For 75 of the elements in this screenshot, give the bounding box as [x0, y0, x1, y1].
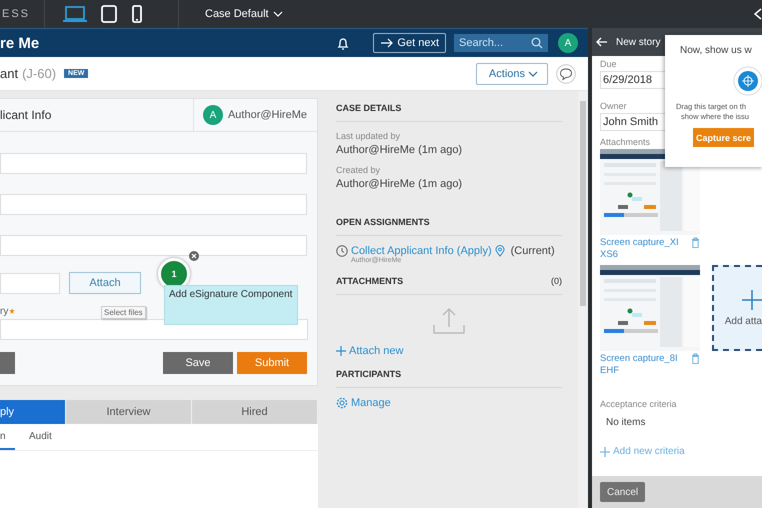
plus-icon [336, 346, 346, 356]
save-button[interactable]: Save [163, 352, 233, 374]
case-id: (J-60) [22, 66, 56, 81]
assignee-avatar: A [202, 105, 223, 125]
section-heading: CASE DETAILS [336, 103, 402, 113]
location-pin-icon [494, 245, 505, 257]
get-next-button[interactable]: Get next [373, 33, 446, 53]
cancel-button[interactable]: Cancel [600, 482, 646, 502]
gear-icon [336, 397, 348, 409]
field-label: Due [600, 59, 617, 69]
arrow-icon [380, 38, 394, 48]
section-label: Acceptance criteria [600, 399, 677, 409]
back-arrow-icon[interactable] [596, 37, 608, 47]
search-icon[interactable] [531, 37, 543, 49]
chat-icon[interactable] [556, 64, 576, 84]
search-field[interactable]: Search... [454, 34, 548, 52]
popup-title: Now, show us w [679, 45, 752, 56]
case-title: ant [0, 66, 18, 81]
input-field[interactable] [0, 235, 307, 256]
stage-step[interactable]: Interview [66, 400, 192, 424]
plus-icon [742, 290, 762, 310]
input-field[interactable] [0, 153, 307, 174]
empty-text: No items [605, 416, 646, 428]
caret-icon [272, 11, 283, 17]
field-label: Owner [600, 101, 627, 111]
add-attachment-tile[interactable]: Add atta [712, 265, 762, 351]
tablet-icon[interactable] [101, 5, 117, 23]
upload-icon [433, 307, 465, 335]
detail-value: Author@HireMe (1m ago) [336, 178, 464, 190]
user-avatar[interactable]: A [558, 33, 578, 53]
detail-label: Last updated by [336, 131, 402, 141]
input-field[interactable] [0, 194, 307, 215]
panel-title: New story [616, 36, 660, 48]
caret-icon [528, 70, 538, 76]
tab[interactable]: n [0, 424, 15, 450]
trash-icon[interactable] [691, 237, 700, 248]
assignee-name: Author@HireMe [228, 109, 307, 121]
section-heading: ATTACHMENTS [336, 276, 404, 286]
tile-label: Add atta [724, 316, 762, 326]
stage-step[interactable]: ply [0, 400, 66, 424]
attach-new-link[interactable]: Attach new [336, 345, 562, 357]
submit-button[interactable]: Submit [237, 352, 307, 374]
input-field[interactable] [0, 272, 60, 294]
close-icon[interactable] [189, 251, 199, 261]
attach-button[interactable]: Attach [69, 272, 141, 294]
stage-step[interactable]: Hired [192, 400, 318, 424]
attachment-link[interactable]: Screen capture_XI XS6 [600, 237, 688, 261]
note-tooltip[interactable]: Add eSignature Component [164, 285, 298, 325]
tooltip: Select files [101, 306, 146, 319]
bell-icon[interactable] [337, 36, 350, 50]
count-text: (0) [551, 276, 562, 286]
trash-icon[interactable] [691, 353, 700, 364]
tab[interactable]: Audit [29, 424, 56, 450]
target-icon[interactable] [733, 66, 762, 96]
detail-value: Author@HireMe (1m ago) [336, 144, 464, 156]
app-title: re Me [0, 34, 40, 52]
view-menu[interactable]: Case Default [205, 8, 283, 20]
plus-icon [600, 446, 610, 456]
form-title: licant Info [0, 108, 52, 122]
section-heading: OPEN ASSIGNMENTS [336, 217, 430, 227]
detail-label: Created by [336, 165, 382, 175]
clock-icon [336, 245, 348, 257]
add-criteria-link[interactable]: Add new criteria [600, 446, 762, 457]
attachment-link[interactable]: Screen capture_8I EHF [600, 353, 688, 377]
manage-link[interactable]: Manage [336, 397, 562, 409]
assignment-link[interactable]: Collect Applicant Info (Apply) [351, 245, 492, 257]
laptop-icon[interactable] [63, 5, 87, 23]
assignment-status: (Current) [510, 245, 555, 257]
section-heading: PARTICIPANTS [336, 369, 402, 379]
field-label: Attachments [600, 137, 650, 147]
brand-text: ESS [1, 8, 32, 20]
capture-button[interactable]: Capture scre [693, 128, 754, 147]
field-label: ry [0, 306, 8, 317]
actions-button[interactable]: Actions [476, 62, 548, 84]
phone-icon[interactable] [131, 5, 143, 23]
